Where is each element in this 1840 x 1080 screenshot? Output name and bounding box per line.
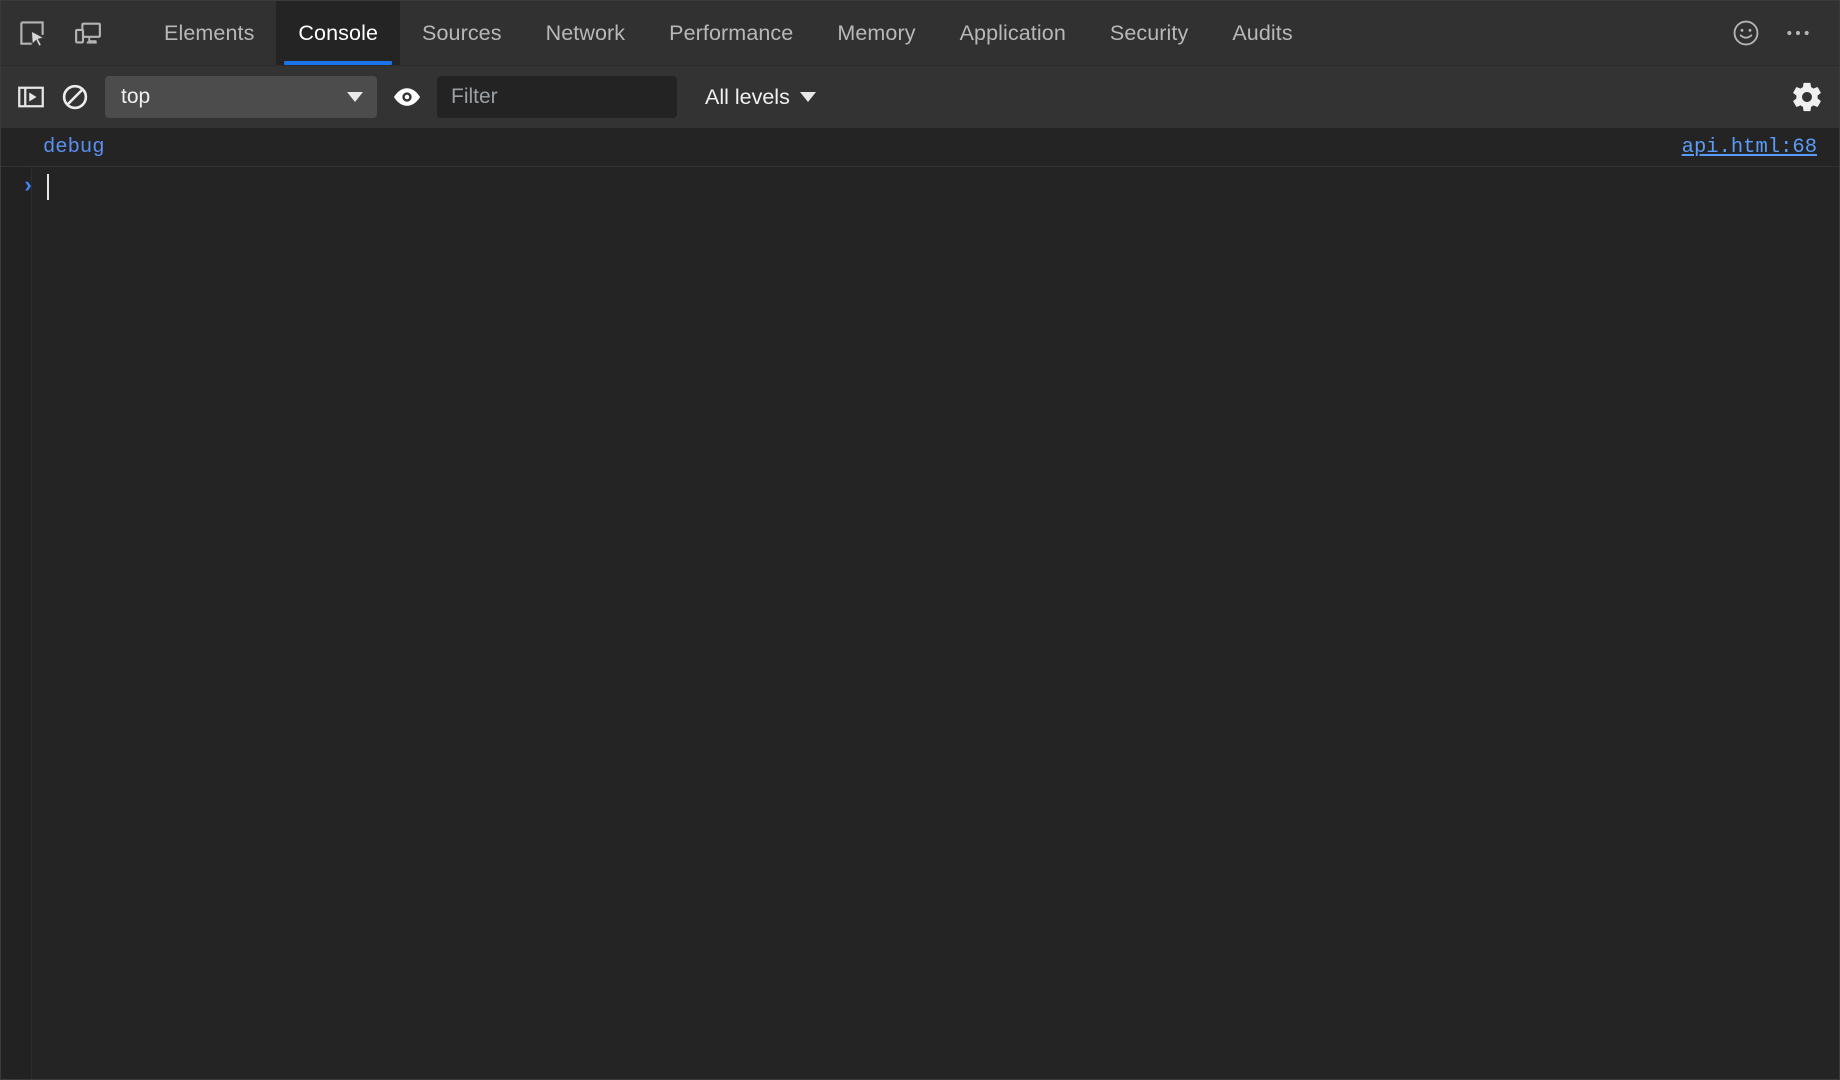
devtools-tab-list: Elements Console Sources Network Perform… bbox=[138, 1, 1723, 65]
console-toolbar: top All levels bbox=[1, 66, 1839, 129]
device-toolbar-icon-glyph bbox=[73, 18, 103, 48]
tab-audits[interactable]: Audits bbox=[1210, 1, 1314, 65]
clear-console-icon-glyph bbox=[60, 82, 90, 112]
console-text-cursor bbox=[47, 174, 49, 200]
live-expression-eye-icon-glyph bbox=[391, 81, 423, 113]
log-level-label: All levels bbox=[705, 85, 790, 110]
console-gutter bbox=[1, 129, 32, 1079]
console-sidebar-toggle-icon[interactable] bbox=[9, 75, 53, 119]
console-message-row[interactable]: debug api.html:68 bbox=[1, 129, 1839, 167]
tab-performance-label: Performance bbox=[669, 21, 793, 46]
tab-elements[interactable]: Elements bbox=[142, 1, 276, 65]
tabbar-left-icons bbox=[1, 1, 138, 65]
tabbar-right-icons bbox=[1723, 1, 1839, 65]
console-message-area[interactable]: debug api.html:68 › bbox=[1, 129, 1839, 1079]
tab-elements-label: Elements bbox=[164, 21, 254, 46]
more-options-icon-glyph bbox=[1782, 17, 1814, 49]
inspect-element-icon[interactable] bbox=[9, 10, 55, 56]
tab-console-label: Console bbox=[298, 21, 378, 46]
console-message-source-link[interactable]: api.html:68 bbox=[1682, 136, 1817, 159]
devtools-window: Elements Console Sources Network Perform… bbox=[0, 0, 1840, 1080]
clear-console-icon[interactable] bbox=[53, 75, 97, 119]
tab-security-label: Security bbox=[1110, 21, 1188, 46]
tab-network-label: Network bbox=[546, 21, 626, 46]
tab-performance[interactable]: Performance bbox=[647, 1, 815, 65]
execution-context-selector[interactable]: top bbox=[105, 76, 377, 118]
tab-sources-label: Sources bbox=[422, 21, 502, 46]
chevron-down-icon bbox=[800, 92, 816, 102]
console-filter-input[interactable] bbox=[437, 76, 677, 118]
tab-application-label: Application bbox=[960, 21, 1066, 46]
inspect-element-icon-glyph bbox=[17, 18, 47, 48]
console-prompt-row[interactable]: › bbox=[1, 167, 1839, 207]
gear-icon-glyph bbox=[1790, 80, 1824, 114]
console-sidebar-toggle-icon-glyph bbox=[16, 82, 46, 112]
log-level-selector[interactable]: All levels bbox=[699, 79, 822, 116]
smiley-face-icon-glyph bbox=[1730, 17, 1762, 49]
tab-memory[interactable]: Memory bbox=[815, 1, 937, 65]
console-message-text: debug bbox=[43, 136, 105, 159]
tab-audits-label: Audits bbox=[1232, 21, 1292, 46]
gear-icon[interactable] bbox=[1785, 75, 1829, 119]
tab-sources[interactable]: Sources bbox=[400, 1, 524, 65]
live-expression-eye-icon[interactable] bbox=[385, 75, 429, 119]
devtools-tabbar: Elements Console Sources Network Perform… bbox=[1, 1, 1839, 66]
execution-context-value: top bbox=[121, 85, 150, 109]
tab-console[interactable]: Console bbox=[276, 1, 400, 65]
chevron-down-icon bbox=[347, 92, 363, 102]
more-options-icon[interactable] bbox=[1775, 10, 1821, 56]
tab-application[interactable]: Application bbox=[938, 1, 1088, 65]
tab-memory-label: Memory bbox=[837, 21, 915, 46]
tab-network[interactable]: Network bbox=[524, 1, 648, 65]
smiley-face-icon[interactable] bbox=[1723, 10, 1769, 56]
device-toolbar-icon[interactable] bbox=[65, 10, 111, 56]
console-prompt-arrow-icon: › bbox=[15, 176, 41, 198]
tab-security[interactable]: Security bbox=[1088, 1, 1210, 65]
